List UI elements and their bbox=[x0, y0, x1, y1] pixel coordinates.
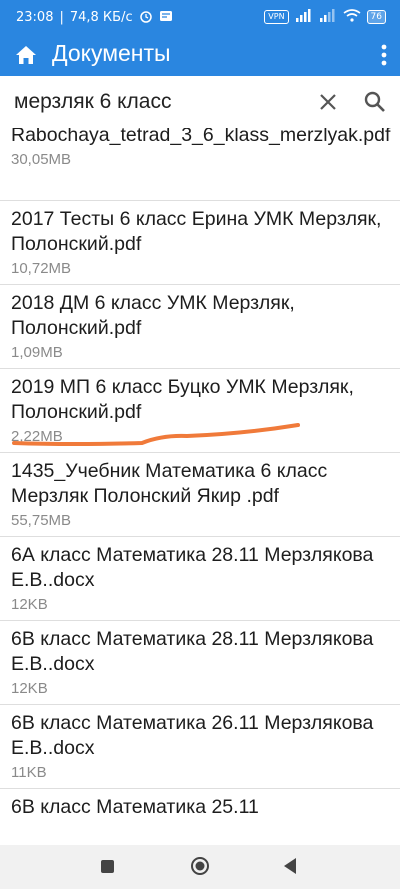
file-name: 6В класс Математика 25.11 bbox=[11, 796, 259, 818]
file-size: 10,72MB bbox=[11, 260, 72, 277]
file-name: 6В класс Математика 28.11 Мерзлякова Е.В… bbox=[11, 628, 374, 675]
file-size: 55,75MB bbox=[11, 512, 72, 529]
hand-drawn-underline bbox=[12, 423, 300, 446]
battery-indicator: 76 bbox=[366, 10, 386, 24]
file-list: Rabochaya_tetrad_3_6_klass_merzlyak.pdf … bbox=[0, 128, 400, 845]
recents-icon[interactable] bbox=[101, 860, 114, 873]
file-name: 2019 МП 6 класс Буцко УМК Мерзляк, Полон… bbox=[11, 376, 354, 423]
status-speed: 74,8 КБ/с bbox=[69, 10, 133, 25]
file-item[interactable]: 6А класс Математика 28.11 Мерзлякова Е.В… bbox=[0, 537, 400, 621]
file-name: 1435_Учебник Математика 6 класс Мерзляк … bbox=[11, 460, 328, 507]
more-vert-icon[interactable] bbox=[378, 42, 390, 68]
search-input[interactable] bbox=[14, 86, 294, 118]
file-item[interactable]: 6В класс Математика 26.11 Мерзлякова Е.В… bbox=[0, 705, 400, 789]
signal-icon bbox=[295, 9, 313, 25]
file-size: 11KB bbox=[11, 764, 47, 781]
file-name: 6В класс Математика 26.11 Мерзлякова Е.В… bbox=[11, 712, 374, 759]
app-bar: Документы bbox=[0, 34, 400, 76]
file-item[interactable]: Rabochaya_tetrad_3_6_klass_merzlyak.pdf … bbox=[0, 128, 400, 201]
file-name: 2018 ДМ 6 класс УМК Мерзляк, Полонский.p… bbox=[11, 292, 295, 339]
file-item[interactable]: 6В класс Математика 28.11 Мерзлякова Е.В… bbox=[0, 621, 400, 705]
file-name: Rabochaya_tetrad_3_6_klass_merzlyak.pdf bbox=[11, 128, 391, 146]
search-bar bbox=[0, 76, 400, 128]
file-name: 6А класс Математика 28.11 Мерзлякова Е.В… bbox=[11, 544, 374, 591]
page-title: Документы bbox=[52, 40, 171, 66]
file-item[interactable]: 1435_Учебник Математика 6 класс Мерзляк … bbox=[0, 453, 400, 537]
file-size: 12KB bbox=[11, 680, 48, 697]
vpn-badge: VPN bbox=[264, 10, 289, 24]
file-item[interactable]: 2018 ДМ 6 класс УМК Мерзляк, Полонский.p… bbox=[0, 285, 400, 369]
status-bar: 23:08 | 74,8 КБ/с VPN 76 bbox=[0, 0, 400, 34]
file-size: 30,05MB bbox=[11, 151, 72, 168]
wifi-icon bbox=[343, 9, 361, 25]
message-icon bbox=[159, 10, 173, 25]
back-icon[interactable] bbox=[283, 857, 297, 875]
file-item[interactable]: 6В класс Математика 25.11 bbox=[0, 789, 400, 845]
system-nav-bar bbox=[0, 845, 400, 889]
file-item[interactable]: 2017 Тесты 6 класс Ерина УМК Мерзляк, По… bbox=[0, 201, 400, 285]
status-time: 23:08 bbox=[16, 10, 54, 25]
signal-icon-2 bbox=[319, 9, 337, 25]
alarm-icon bbox=[139, 9, 153, 26]
file-item[interactable]: 2019 МП 6 класс Буцко УМК Мерзляк, Полон… bbox=[0, 369, 400, 453]
home-icon[interactable] bbox=[12, 41, 40, 69]
search-icon[interactable] bbox=[362, 89, 388, 115]
home-circle-icon[interactable] bbox=[190, 856, 210, 876]
file-name: 2017 Тесты 6 класс Ерина УМК Мерзляк, По… bbox=[11, 208, 382, 255]
file-size: 12KB bbox=[11, 596, 48, 613]
file-size: 1,09MB bbox=[11, 344, 63, 361]
clear-icon[interactable] bbox=[316, 90, 340, 114]
